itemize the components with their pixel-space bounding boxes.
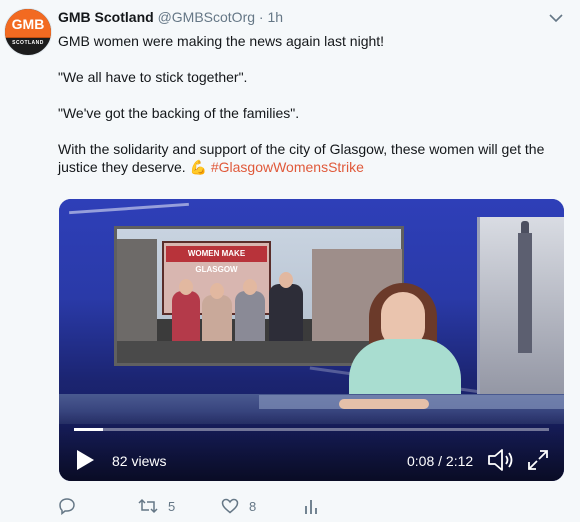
fullscreen-icon[interactable] bbox=[526, 448, 550, 472]
chevron-down-icon[interactable] bbox=[548, 12, 564, 24]
screen-building bbox=[117, 239, 157, 349]
studio-side-screen bbox=[477, 217, 564, 407]
avatar-logo-band: GMB bbox=[5, 9, 51, 38]
person-head bbox=[179, 279, 193, 295]
flexed-biceps-emoji: 💪 bbox=[189, 159, 207, 175]
analytics-button[interactable] bbox=[304, 496, 318, 516]
avatar-logo-text: GMB bbox=[11, 16, 45, 32]
header-separator: · bbox=[258, 9, 264, 25]
tweet-header: GMB Scotland @GMBScotOrg · 1h bbox=[58, 9, 283, 25]
retweet-count: 5 bbox=[168, 498, 176, 514]
tweet: GMB SCOTLAND GMB Scotland @GMBScotOrg · … bbox=[0, 0, 580, 522]
tweet-text: GMB women were making the news again las… bbox=[58, 32, 563, 176]
volume-icon[interactable] bbox=[487, 448, 517, 472]
news-anchor-hands bbox=[339, 399, 429, 409]
person-head bbox=[279, 272, 293, 288]
video-progress-fill bbox=[74, 428, 103, 431]
tweet-actions: 5 8 bbox=[58, 496, 358, 516]
reply-button[interactable] bbox=[58, 496, 76, 516]
tweet-line: "We've got the backing of the families". bbox=[58, 105, 300, 121]
retweet-icon bbox=[138, 498, 158, 514]
author-handle[interactable]: @GMBScotOrg bbox=[158, 9, 255, 25]
video-time: 0:08 / 2:12 bbox=[407, 453, 474, 469]
screen-banner-text: WOMEN MAKE GLASGOW bbox=[166, 246, 267, 274]
play-icon[interactable] bbox=[75, 449, 95, 471]
author-name[interactable]: GMB Scotland bbox=[58, 9, 154, 25]
analytics-icon bbox=[305, 500, 317, 514]
studio-screen: WOMEN MAKE GLASGOW bbox=[114, 226, 404, 366]
reply-icon bbox=[59, 498, 75, 515]
avatar-logo-subtext: SCOTLAND bbox=[12, 40, 44, 46]
heart-icon bbox=[221, 498, 239, 514]
like-button[interactable]: 8 bbox=[221, 496, 256, 516]
hashtag-link[interactable]: #GlasgowWomensStrike bbox=[211, 159, 364, 175]
video-progress-bar[interactable] bbox=[74, 428, 549, 431]
tweet-line: GMB women were making the news again las… bbox=[58, 33, 385, 49]
person-head bbox=[243, 279, 257, 295]
tweet-line: "We all have to stick together". bbox=[58, 69, 248, 85]
tweet-time[interactable]: 1h bbox=[267, 9, 283, 25]
view-count: 82 views bbox=[112, 453, 167, 469]
clock-tower bbox=[518, 233, 532, 353]
avatar[interactable]: GMB SCOTLAND bbox=[4, 8, 52, 56]
video-player[interactable]: WOMEN MAKE GLASGOW 82 views 0:08 / 2:12 bbox=[59, 199, 564, 481]
retweet-button[interactable]: 5 bbox=[138, 496, 175, 516]
like-count: 8 bbox=[249, 498, 257, 514]
person-head bbox=[210, 283, 224, 299]
person-figure bbox=[269, 284, 303, 349]
tweet-line: With the solidarity and support of the c… bbox=[58, 140, 563, 176]
